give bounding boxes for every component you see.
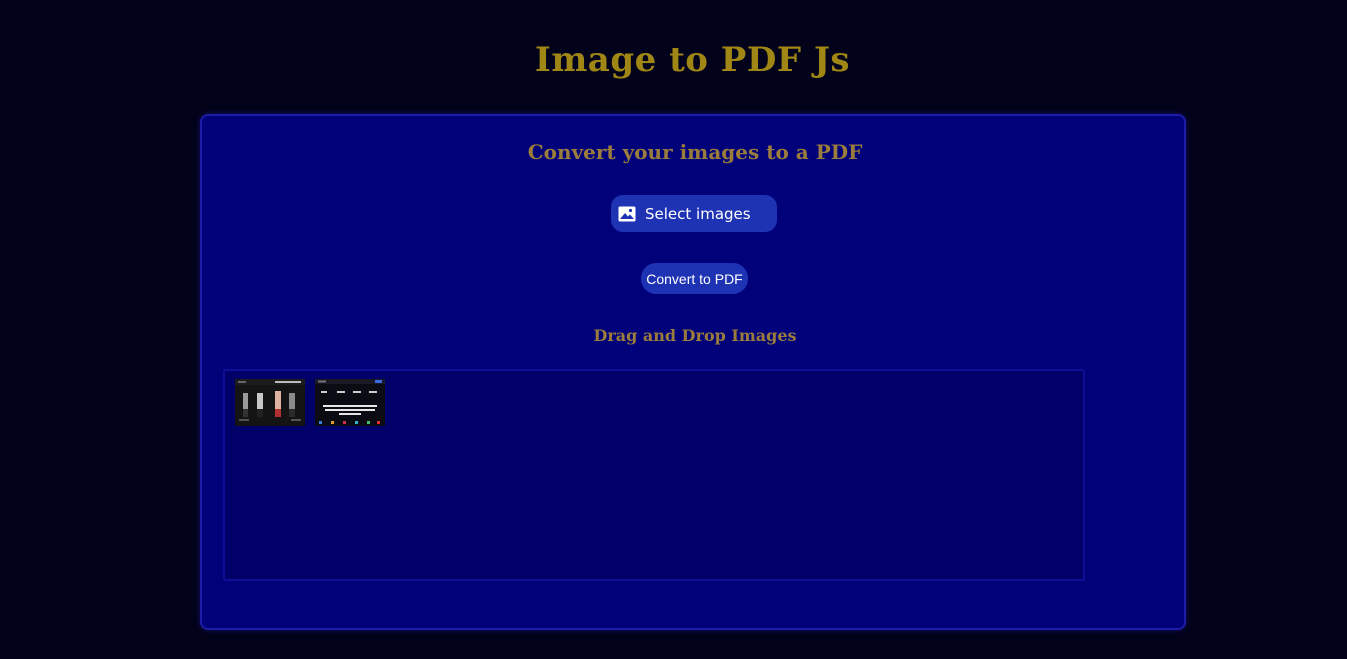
page-title: Image to PDF Js [534,40,851,80]
image-icon [618,206,636,222]
select-images-button[interactable]: Select images [611,195,777,232]
convert-to-pdf-button[interactable]: Convert to PDF [641,263,748,294]
card-subtitle: Convert your images to a PDF [527,140,863,164]
image-thumbnail-1[interactable] [235,379,305,426]
converter-card: Convert your images to a PDF Select imag… [200,114,1186,630]
drag-drop-title: Drag and Drop Images [593,326,797,345]
select-images-label: Select images [645,204,751,223]
image-thumbnail-2[interactable] [315,379,385,426]
drop-zone[interactable] [223,369,1085,581]
